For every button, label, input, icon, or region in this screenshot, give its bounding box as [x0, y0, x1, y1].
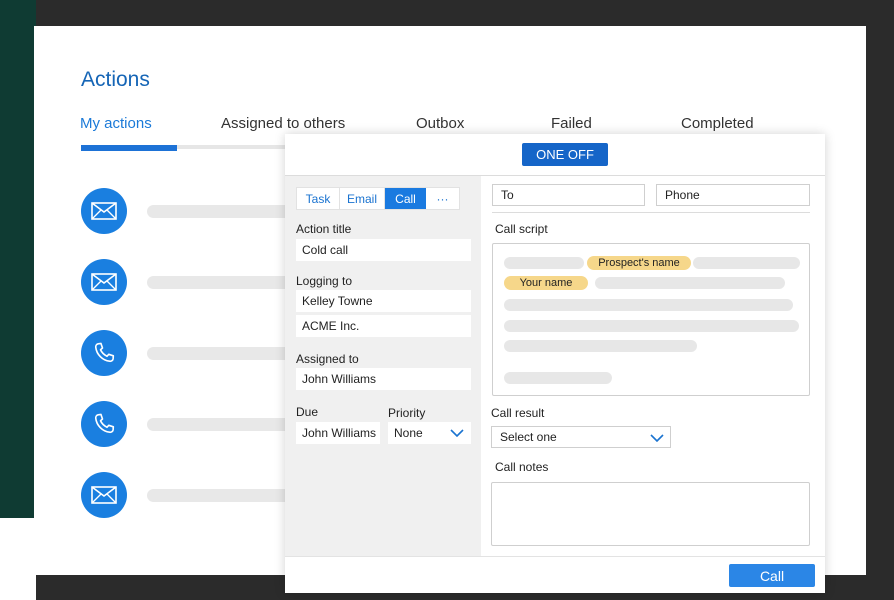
footer-divider	[285, 556, 825, 557]
list-item-placeholder	[147, 347, 307, 360]
action-title-label: Action title	[296, 222, 352, 236]
phone-icon[interactable]	[81, 401, 127, 447]
chevron-down-icon	[450, 429, 464, 437]
call-result-select[interactable]: Select one	[491, 426, 671, 448]
assigned-to-field[interactable]: John Williams	[296, 368, 471, 390]
script-line	[693, 257, 800, 269]
tab-active-indicator	[81, 145, 177, 151]
type-task-button[interactable]: Task	[297, 188, 340, 209]
script-line	[504, 372, 612, 384]
script-line	[504, 257, 584, 269]
tab-outbox[interactable]: Outbox	[416, 115, 464, 132]
tab-failed[interactable]: Failed	[551, 115, 592, 132]
to-field[interactable]: To	[492, 184, 645, 206]
prospect-name-tag: Prospect's name	[587, 256, 691, 270]
list-item-placeholder	[147, 276, 307, 289]
call-details-pane: To Phone Call script Prospect's name You…	[481, 176, 825, 556]
call-script-label: Call script	[495, 222, 548, 236]
envelope-icon[interactable]	[81, 472, 127, 518]
list-item-placeholder	[147, 489, 307, 502]
envelope-icon[interactable]	[81, 188, 127, 234]
logging-to-label: Logging to	[296, 274, 353, 288]
chevron-down-icon	[650, 434, 664, 442]
type-more-button[interactable]: ···	[426, 188, 459, 209]
priority-label: Priority	[388, 406, 426, 420]
type-call-button[interactable]: Call	[385, 188, 426, 209]
your-name-tag: Your name	[504, 276, 588, 290]
phone-icon[interactable]	[81, 330, 127, 376]
phone-field[interactable]: Phone	[656, 184, 810, 206]
tab-assigned-to-others[interactable]: Assigned to others	[221, 115, 345, 132]
assigned-to-label: Assigned to	[296, 352, 359, 366]
due-field[interactable]: John Williams	[296, 422, 380, 444]
background-panel	[0, 0, 36, 520]
type-email-button[interactable]: Email	[340, 188, 385, 209]
script-line	[595, 277, 785, 289]
call-result-value: Select one	[500, 430, 557, 444]
one-off-button[interactable]: ONE OFF	[522, 143, 608, 166]
script-line	[504, 340, 697, 352]
priority-select[interactable]: None	[388, 422, 471, 444]
action-title-field[interactable]: Cold call	[296, 239, 471, 261]
call-result-label: Call result	[491, 406, 545, 420]
envelope-icon[interactable]	[81, 259, 127, 305]
script-line	[504, 299, 793, 311]
tab-my-actions[interactable]: My actions	[80, 115, 152, 132]
call-notes-textarea[interactable]	[491, 482, 810, 546]
due-label: Due	[296, 405, 319, 419]
action-details-pane: Task Email Call ··· Action title Cold ca…	[285, 176, 481, 556]
new-action-modal: ONE OFF Task Email Call ··· Action title…	[285, 134, 825, 593]
logging-contact-field[interactable]: Kelley Towne	[296, 290, 471, 312]
list-item-placeholder	[147, 418, 307, 431]
background-strip	[0, 518, 36, 600]
call-script-box: Prospect's name Your name	[492, 243, 810, 396]
tab-completed[interactable]: Completed	[681, 115, 754, 132]
list-item-placeholder	[147, 205, 307, 218]
call-button[interactable]: Call	[729, 564, 815, 587]
fields-divider	[492, 212, 810, 213]
priority-value: None	[394, 426, 423, 440]
call-notes-label: Call notes	[495, 460, 549, 474]
action-type-segmented: Task Email Call ···	[296, 187, 460, 210]
page-title: Actions	[81, 68, 150, 91]
script-line	[504, 320, 799, 332]
logging-company-field[interactable]: ACME Inc.	[296, 315, 471, 337]
